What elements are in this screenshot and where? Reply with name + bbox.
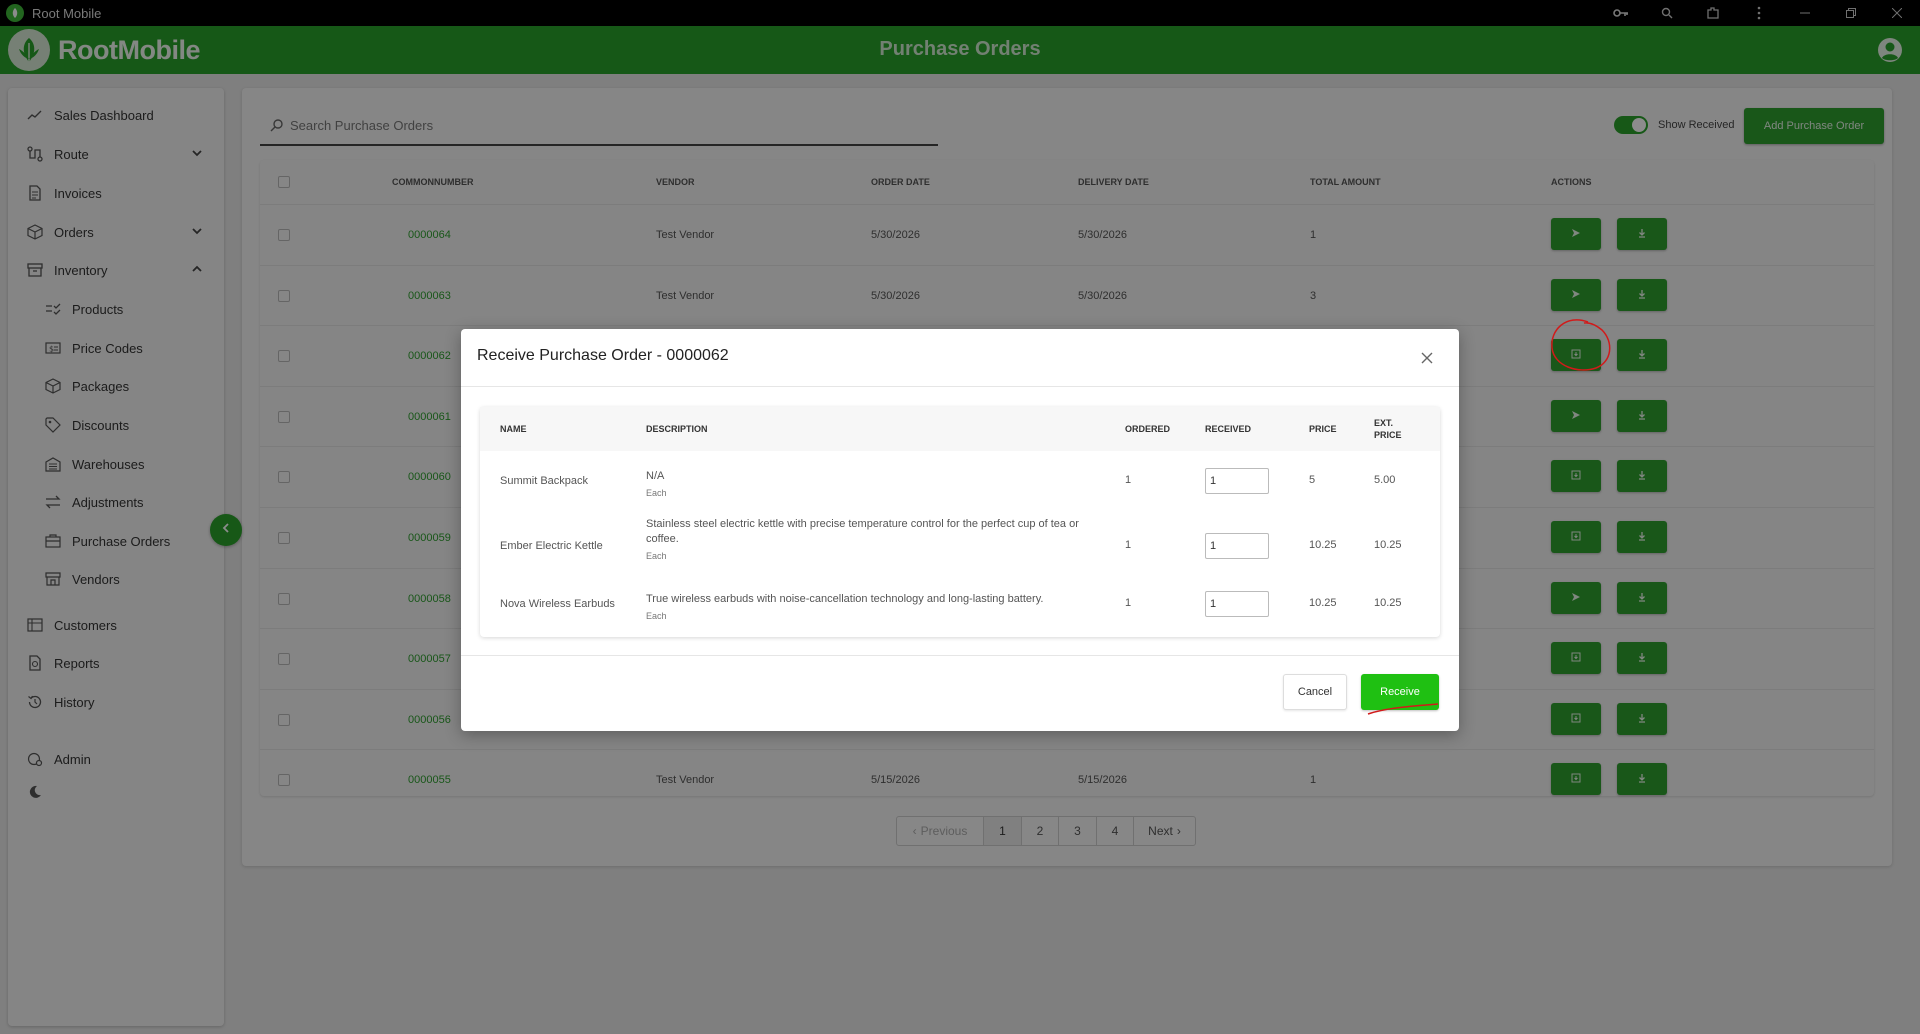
modal-footer-divider <box>461 655 1459 656</box>
item-ordered: 1 <box>1125 597 1132 609</box>
col-ordered: ORDERED <box>1125 407 1171 451</box>
item-name: Ember Electric Kettle <box>500 540 603 552</box>
item-ext-price: 5.00 <box>1374 474 1396 486</box>
item-description-cell: True wireless earbuds with noise-cancell… <box>646 592 1086 624</box>
item-description: N/A <box>646 470 665 482</box>
receive-item-row: Ember Electric Kettle Stainless steel ele… <box>480 511 1440 581</box>
received-quantity-input[interactable] <box>1205 591 1269 617</box>
item-unit: Each <box>646 488 667 498</box>
item-ext-price: 10.25 <box>1374 597 1402 609</box>
col-price: PRICE <box>1309 407 1337 451</box>
receive-purchase-order-modal: Receive Purchase Order - 0000062 NAME DE… <box>461 329 1459 731</box>
received-quantity-input[interactable] <box>1205 533 1269 559</box>
col-received: RECEIVED <box>1205 407 1252 451</box>
modal-divider <box>461 386 1459 387</box>
item-description: Stainless steel electric kettle with pre… <box>646 518 1079 545</box>
col-name: NAME <box>500 407 527 451</box>
receive-items-table: NAME DESCRIPTION ORDERED RECEIVED PRICE … <box>480 407 1440 637</box>
item-unit: Each <box>646 551 667 561</box>
item-ext-price: 10.25 <box>1374 539 1402 551</box>
receive-button[interactable]: Receive <box>1361 674 1439 710</box>
item-price: 5 <box>1309 474 1316 486</box>
item-price: 10.25 <box>1309 597 1337 609</box>
item-description: True wireless earbuds with noise-cancell… <box>646 593 1044 605</box>
item-ordered: 1 <box>1125 539 1132 551</box>
receive-item-row: Nova Wireless Earbuds True wireless earbu… <box>480 581 1440 627</box>
received-quantity-input[interactable] <box>1205 468 1269 494</box>
item-price: 10.25 <box>1309 539 1337 551</box>
item-ordered: 1 <box>1125 474 1132 486</box>
receive-item-row: Summit Backpack N/A Each 1 5 5.00 <box>480 451 1440 511</box>
cancel-button[interactable]: Cancel <box>1283 674 1347 710</box>
close-icon[interactable] <box>1421 351 1433 364</box>
col-description: DESCRIPTION <box>646 407 708 451</box>
item-name: Nova Wireless Earbuds <box>500 598 615 610</box>
item-name: Summit Backpack <box>500 475 589 487</box>
item-description-cell: N/A Each <box>646 469 1086 501</box>
col-ext-price: EXT. PRICE <box>1374 407 1414 451</box>
item-unit: Each <box>646 611 667 621</box>
modal-title: Receive Purchase Order - 0000062 <box>477 347 729 364</box>
item-description-cell: Stainless steel electric kettle with pre… <box>646 517 1086 564</box>
